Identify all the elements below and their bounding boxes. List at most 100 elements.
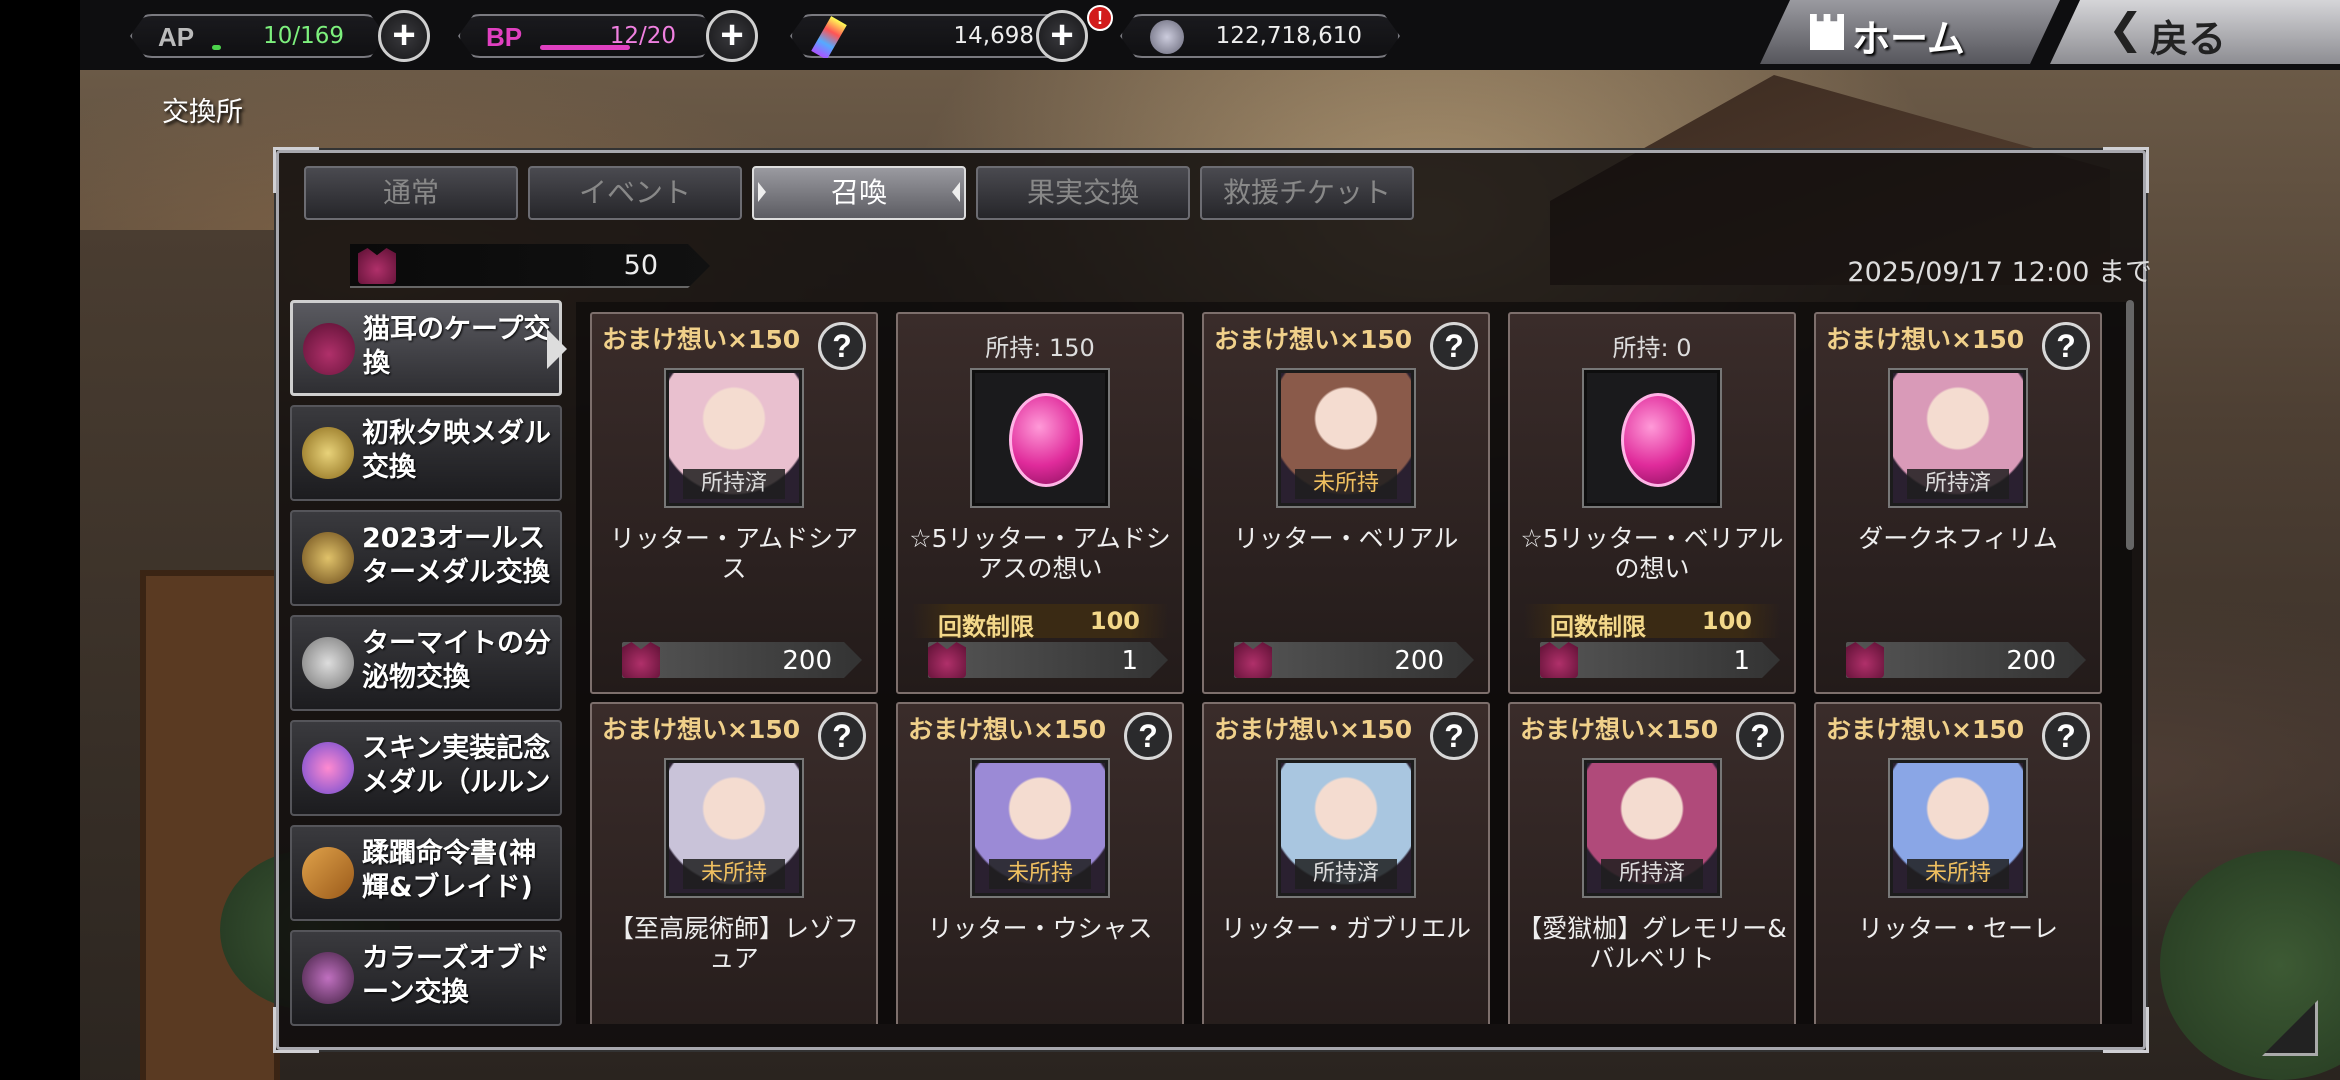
help-icon[interactable]: ? (818, 322, 866, 370)
sidebar-item-label: ターマイトの分泌物交換 (362, 628, 551, 693)
medal-icon (302, 427, 354, 479)
ownership-status: 未所持 (1907, 859, 2009, 889)
exchange-item-card[interactable]: 所持: 150 ☆5リッター・アムドシアスの想い 回数制限 100 1 (896, 312, 1184, 694)
sidebar-item[interactable]: スキン実装記念メダル（ルルン (290, 720, 562, 816)
scrollbar[interactable] (2126, 300, 2134, 550)
tab-normal[interactable]: 通常 (304, 166, 518, 220)
tab-summon[interactable]: 召喚 (752, 166, 966, 220)
cape-icon (358, 248, 396, 284)
crystal-icon (811, 16, 847, 60)
help-icon[interactable]: ? (1124, 712, 1172, 760)
limit-value: 100 (1089, 607, 1140, 635)
exchange-item-card[interactable]: おまけ想い×150? 未所持 リッター・セーレ (1814, 702, 2102, 1024)
cost-value: 200 (2006, 646, 2056, 676)
sidebar-item[interactable]: 2023オールスターメダル交換 (290, 510, 562, 606)
back-button[interactable]: ❮ 戻る (2050, 0, 2340, 64)
scroll-icon (302, 847, 354, 899)
cost-bar: 200 (1846, 642, 2086, 678)
memory-orb-icon (1584, 370, 1720, 506)
sidebar-item[interactable]: ターマイトの分泌物交換 (290, 615, 562, 711)
help-icon[interactable]: ? (2042, 712, 2090, 760)
limit-label: 回数制限 (1550, 613, 1646, 641)
exchange-item-card[interactable]: おまけ想い×150? 所持済 【愛獄枷】グレモリー&バルベリト (1508, 702, 1796, 1024)
exchange-item-card[interactable]: おまけ想い×150? 未所持 リッター・ウシャス (896, 702, 1184, 1024)
currency-display: 50 (350, 244, 710, 288)
ap-plus-button[interactable]: + (378, 10, 430, 62)
cape-icon (303, 323, 355, 375)
owned-count: 所持: 0 (1612, 334, 1692, 362)
sidebar-item-label: 2023オールスターメダル交換 (362, 523, 550, 588)
item-name: リッター・ベリアル (1233, 524, 1459, 553)
exchange-item-card[interactable]: おまけ想い×150? 未所持 リッター・ベリアル 200 (1202, 312, 1490, 694)
sidebar-item[interactable]: 蹂躙命令書(神輝&ブレイド) (290, 825, 562, 921)
sidebar-item-label: 蹂躙命令書(神輝&ブレイド) (362, 838, 537, 903)
item-name: ☆5リッター・アムドシアスの想い (909, 524, 1171, 583)
exchange-item-card[interactable]: おまけ想い×150? 所持済 リッター・ガブリエル (1202, 702, 1490, 1024)
bonus-text: おまけ想い×150 (1826, 715, 2025, 744)
item-name: リッター・アムドシアス (609, 524, 859, 583)
allstar-medal-icon (302, 532, 354, 584)
exchange-item-card[interactable]: おまけ想い×150? 所持済 リッター・アムドシアス 200 (590, 312, 878, 694)
character-portrait: 未所持 (666, 760, 802, 896)
cape-icon (1234, 642, 1272, 678)
help-icon[interactable]: ? (1430, 322, 1478, 370)
ap-meter: AP 10/169 (130, 14, 386, 58)
tab-event[interactable]: イベント (528, 166, 742, 220)
bp-label: BP (486, 22, 523, 52)
bp-meter: BP 12/20 (458, 14, 718, 58)
exchange-limit: 回数制限 100 (1524, 604, 1780, 641)
frame-corner (2103, 147, 2149, 193)
exchange-item-card[interactable]: おまけ想い×150? 未所持 【至高屍術師】レゾフュア (590, 702, 878, 1024)
secretion-icon (302, 637, 354, 689)
cape-icon (1540, 642, 1578, 678)
bonus-text: おまけ想い×150 (1214, 715, 1413, 744)
exchange-item-card[interactable]: おまけ想い×150? 所持済 ダークネフィリム 200 (1814, 312, 2102, 694)
castle-icon (1810, 14, 1844, 50)
help-icon[interactable]: ? (2042, 322, 2090, 370)
coin-counter: 122,718,610 (1120, 14, 1400, 58)
character-portrait: 未所持 (972, 760, 1108, 896)
home-button[interactable]: ホーム (1760, 0, 2060, 64)
sidebar-item-label: スキン実装記念メダル（ルルン (362, 733, 551, 798)
character-portrait: 所持済 (1278, 760, 1414, 896)
bp-bar (540, 45, 630, 50)
character-portrait: 所持済 (1584, 760, 1720, 896)
bp-plus-button[interactable]: + (706, 10, 758, 62)
deadline-text: 2025/09/17 12:00 まで (1847, 257, 2152, 288)
sidebar-item[interactable]: カラーズオブドーン交換 (290, 930, 562, 1026)
sidebar-item-label: カラーズオブドーン交換 (362, 943, 550, 1008)
sidebar-item-label: 猫耳のケープ交換 (363, 314, 551, 379)
door-decoration (140, 570, 280, 1080)
ownership-status: 所持済 (1601, 859, 1703, 889)
ap-label: AP (158, 22, 195, 52)
exchange-item-card[interactable]: 所持: 0 ☆5リッター・ベリアルの想い 回数制限 100 1 (1508, 312, 1796, 694)
page-title: 交換所 (162, 97, 243, 128)
owned-count: 所持: 150 (985, 334, 1095, 362)
gem-plus-button[interactable]: + (1036, 10, 1088, 62)
cost-bar: 200 (1234, 642, 1474, 678)
sidebar-item[interactable]: 猫耳のケープ交換 (290, 300, 567, 396)
help-icon[interactable]: ? (818, 712, 866, 760)
item-name: リッター・セーレ (1857, 914, 2058, 943)
chevron-left-icon: ❮ (2108, 4, 2144, 53)
help-icon[interactable]: ? (1736, 712, 1784, 760)
alert-badge: ! (1087, 5, 1113, 31)
ap-value: 10/169 (263, 23, 344, 49)
bonus-text: おまけ想い×150 (1520, 715, 1719, 744)
tab-fruit-exchange[interactable]: 果実交換 (976, 166, 1190, 220)
limit-value: 100 (1701, 607, 1752, 635)
cape-icon (928, 642, 966, 678)
bonus-text: おまけ想い×150 (1214, 325, 1413, 354)
tab-rescue-ticket[interactable]: 救援チケット (1200, 166, 1414, 220)
skin-medal-icon (302, 742, 354, 794)
cost-bar: 1 (928, 642, 1168, 678)
cape-icon (622, 642, 660, 678)
cost-bar: 200 (622, 642, 862, 678)
ownership-status: 未所持 (683, 859, 785, 889)
home-label: ホーム (1852, 17, 1965, 61)
cost-bar: 1 (1540, 642, 1780, 678)
sidebar-item-label: 初秋夕映メダル交換 (362, 418, 551, 483)
item-grid: おまけ想い×150? 所持済 リッター・アムドシアス 200 所持: 150 ☆5… (576, 302, 2132, 1024)
sidebar-item[interactable]: 初秋夕映メダル交換 (290, 405, 562, 501)
help-icon[interactable]: ? (1430, 712, 1478, 760)
